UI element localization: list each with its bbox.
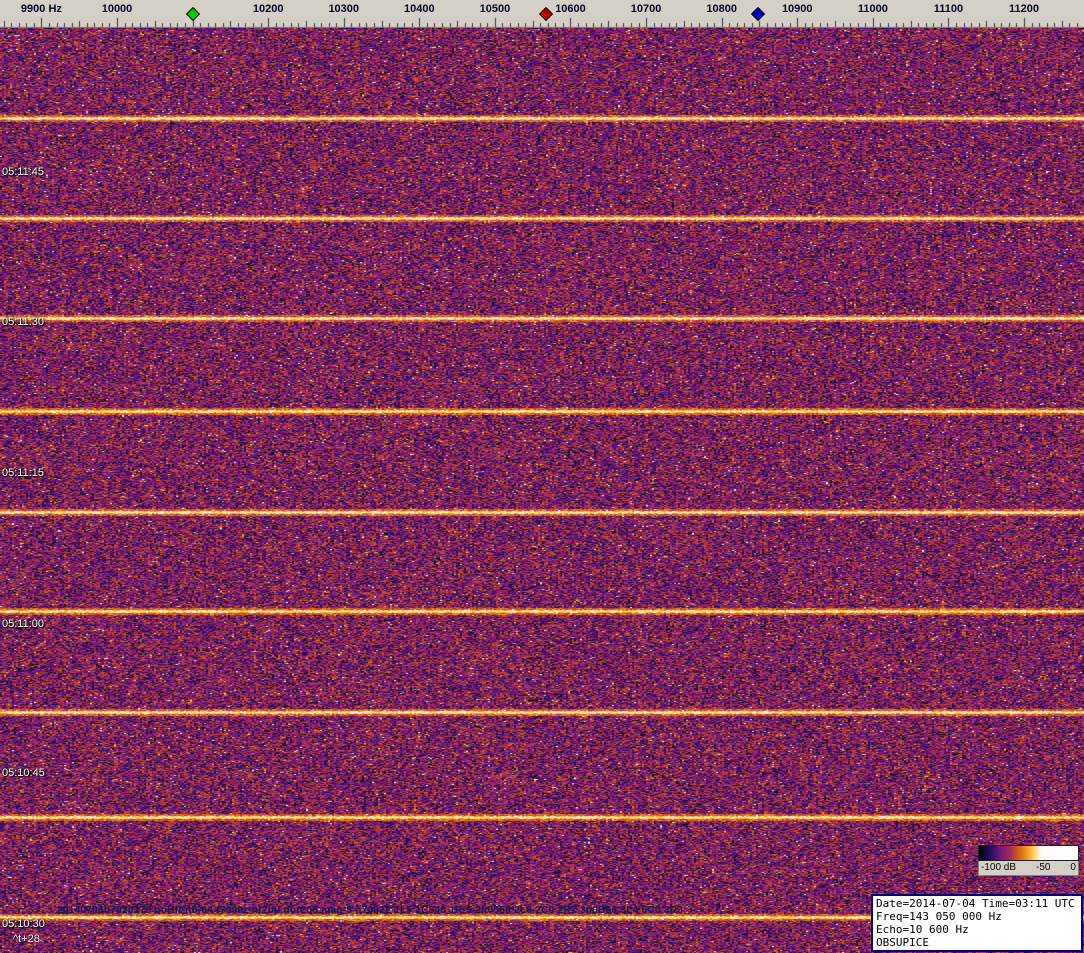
freq-tick-label: 11100 [934, 3, 963, 15]
freq-tick-label: 10900 [782, 3, 813, 15]
freq-tick-label: 10600 [555, 3, 586, 15]
time-label: 05:10:30 [2, 918, 45, 930]
colorbar: -100 dB -50 0 [978, 845, 1079, 876]
station-annotation: 20140704b7020278 noHff nb-64 f7069z nf2b… [57, 905, 683, 916]
freq-tick-label: 10400 [404, 3, 435, 15]
freq-tick-label: 10300 [328, 3, 359, 15]
colorbar-label-mid: -50 [1036, 862, 1050, 873]
freq-tick-label: 11200 [1009, 3, 1039, 15]
freq-tick-label: 10700 [631, 3, 662, 15]
freq-tick-label: 10800 [706, 3, 737, 15]
info-line-date: Date=2014-07-04 Time=03:11 UTC [876, 897, 1078, 910]
info-line-station: OBSUPICE [876, 936, 1078, 949]
frequency-scale[interactable]: 9900 Hz 10000 10200 10300 10400 10500 10600 107… [0, 0, 1084, 28]
colorbar-gradient [978, 845, 1079, 861]
freq-tick-label: 10200 [253, 3, 284, 15]
time-label: 05:11:15 [2, 467, 44, 479]
time-label: 05:11:45 [2, 166, 44, 178]
info-box: Date=2014-07-04 Time=03:11 UTC Freq=143 … [871, 894, 1083, 952]
time-label: 05:11:00 [2, 618, 44, 630]
freq-tick-label: 9900 Hz [21, 3, 62, 15]
info-line-echo: Echo=10 600 Hz [876, 923, 1078, 936]
colorbar-label-max: 0 [1070, 862, 1076, 873]
info-line-freq: Freq=143 050 000 Hz [876, 910, 1078, 923]
cursor-time-label: ^t+28 [13, 933, 40, 945]
freq-tick-label: 10000 [102, 3, 133, 15]
spectrum-waterfall-window: 9900 Hz 10000 10200 10300 10400 10500 10600 107… [0, 0, 1084, 953]
time-label: 05:10:45 [2, 767, 45, 779]
time-label: 05:11:30 [2, 316, 44, 328]
freq-tick-label: 11000 [858, 3, 888, 15]
colorbar-labels: -100 dB -50 0 [978, 861, 1079, 876]
colorbar-label-min: -100 dB [981, 862, 1016, 873]
waterfall-spectrogram [0, 28, 1084, 953]
freq-tick-label: 10500 [480, 3, 511, 15]
